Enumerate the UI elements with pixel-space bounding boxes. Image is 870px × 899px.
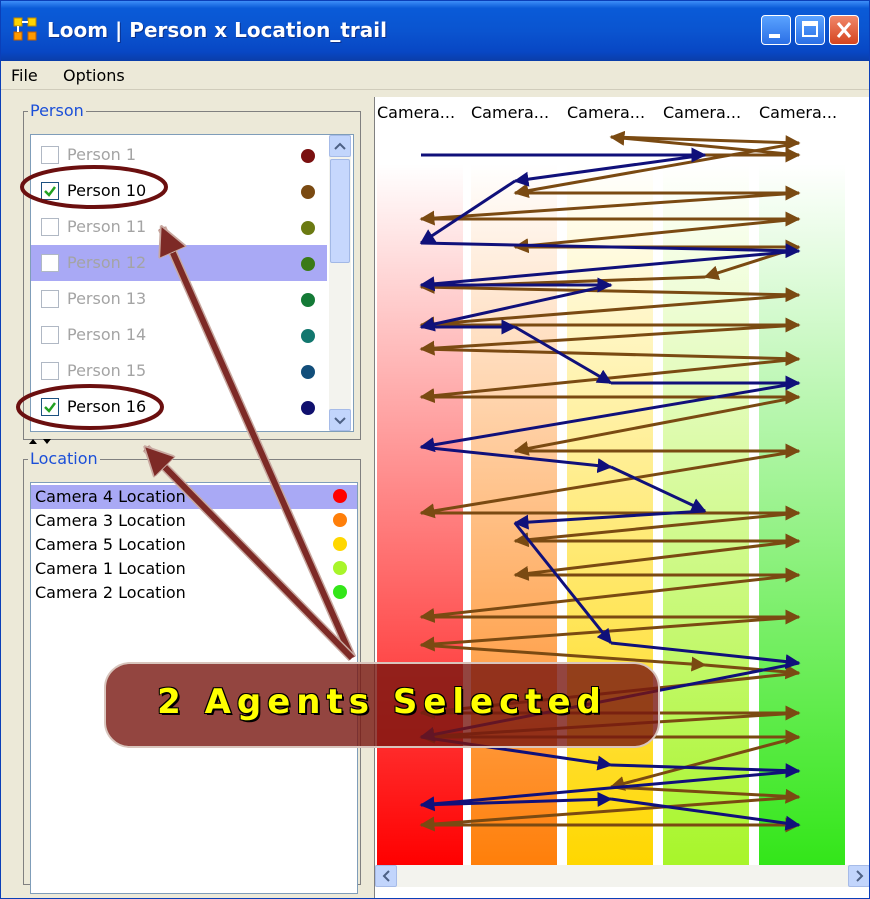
location-color-dot bbox=[333, 489, 347, 503]
person-checkbox[interactable] bbox=[41, 254, 59, 272]
close-icon bbox=[836, 22, 852, 38]
person-label: Person 10 bbox=[67, 181, 147, 200]
person-label: Person 16 bbox=[67, 397, 147, 416]
person-label: Person 1 bbox=[67, 145, 137, 164]
person-label: Person 15 bbox=[67, 361, 147, 380]
location-color-dot bbox=[333, 537, 347, 551]
location-label: Camera 2 Location bbox=[35, 583, 186, 602]
location-color-dot bbox=[333, 585, 347, 599]
menu-bar: File Options bbox=[1, 61, 869, 90]
person-label: Person 13 bbox=[67, 289, 147, 308]
scroll-thumb[interactable] bbox=[330, 159, 350, 263]
person-color-dot bbox=[301, 257, 315, 271]
chevron-down-icon bbox=[334, 417, 346, 425]
trail-canvas[interactable] bbox=[375, 97, 870, 865]
person-row[interactable]: Person 10 bbox=[31, 173, 327, 209]
location-color-dot bbox=[333, 513, 347, 527]
menu-file[interactable]: File bbox=[11, 66, 38, 85]
scroll-down-button[interactable] bbox=[329, 409, 351, 431]
person-row[interactable]: Person 1 bbox=[31, 137, 327, 173]
chevron-up-icon bbox=[334, 142, 346, 150]
person-label: Person 11 bbox=[67, 217, 147, 236]
person-color-dot bbox=[301, 365, 315, 379]
person-group-legend: Person bbox=[28, 101, 86, 120]
scroll-right-button[interactable] bbox=[848, 865, 869, 887]
title-bar: Loom | Person x Location_trail bbox=[1, 1, 869, 61]
location-row[interactable]: Camera 1 Location bbox=[31, 557, 357, 581]
location-color-dot bbox=[333, 561, 347, 575]
person-checkbox[interactable] bbox=[41, 326, 59, 344]
checkmark-icon bbox=[44, 186, 56, 197]
location-label: Camera 4 Location bbox=[35, 487, 186, 506]
person-color-dot bbox=[301, 185, 315, 199]
close-button[interactable] bbox=[829, 15, 859, 45]
menu-options[interactable]: Options bbox=[63, 66, 125, 85]
person-row[interactable]: Person 14 bbox=[31, 317, 327, 353]
person-color-dot bbox=[301, 149, 315, 163]
minimize-button[interactable] bbox=[761, 15, 791, 45]
location-label: Camera 3 Location bbox=[35, 511, 186, 530]
chevron-left-icon bbox=[382, 870, 390, 882]
loom-app-icon bbox=[13, 17, 37, 41]
person-row[interactable]: Person 11 bbox=[31, 209, 327, 245]
person-list: Person 1 Person 10 Person 11 Person 12 Perso… bbox=[30, 134, 354, 432]
trail-view: Camera... Camera... Camera... Camera... Came… bbox=[374, 97, 870, 898]
agents-selected-callout: 2 Agents Selected bbox=[104, 662, 660, 748]
person-label: Person 12 bbox=[67, 253, 147, 272]
callout-text: 2 Agents Selected bbox=[157, 682, 607, 722]
location-group-legend: Location bbox=[28, 449, 100, 468]
person-row[interactable]: Person 13 bbox=[31, 281, 327, 317]
location-row[interactable]: Camera 3 Location bbox=[31, 509, 357, 533]
location-row[interactable]: Camera 2 Location bbox=[31, 581, 357, 605]
person-list-scrollbar[interactable] bbox=[329, 135, 351, 431]
person-checkbox[interactable] bbox=[41, 182, 59, 200]
person-color-dot bbox=[301, 221, 315, 235]
splitter-arrows-icon[interactable] bbox=[27, 437, 57, 445]
loom-window: Loom | Person x Location_trail File Opti… bbox=[0, 0, 870, 899]
person-checkbox[interactable] bbox=[41, 218, 59, 236]
maximize-icon bbox=[802, 21, 818, 37]
person-color-dot bbox=[301, 329, 315, 343]
person-checkbox[interactable] bbox=[41, 290, 59, 308]
scroll-up-button[interactable] bbox=[329, 135, 351, 157]
scroll-left-button[interactable] bbox=[375, 865, 397, 887]
trail-horizontal-scrollbar[interactable] bbox=[375, 865, 869, 887]
person-row[interactable]: Person 16 bbox=[31, 389, 327, 425]
window-title: Loom | Person x Location_trail bbox=[47, 18, 387, 42]
location-row[interactable]: Camera 4 Location bbox=[31, 485, 357, 509]
maximize-button[interactable] bbox=[795, 15, 825, 45]
checkmark-icon bbox=[44, 402, 56, 413]
person-checkbox[interactable] bbox=[41, 146, 59, 164]
person-row[interactable]: Person 12 bbox=[31, 245, 327, 281]
person-label: Person 14 bbox=[67, 325, 147, 344]
location-band bbox=[377, 127, 463, 865]
location-band bbox=[759, 127, 845, 865]
location-label: Camera 5 Location bbox=[35, 535, 186, 554]
chevron-right-icon bbox=[856, 870, 864, 882]
person-color-dot bbox=[301, 401, 315, 415]
person-row[interactable]: Person 15 bbox=[31, 353, 327, 389]
location-row[interactable]: Camera 5 Location bbox=[31, 533, 357, 557]
person-color-dot bbox=[301, 293, 315, 307]
person-group: Person Person 1 Person 10 Person 11 Person … bbox=[23, 101, 361, 440]
person-checkbox[interactable] bbox=[41, 398, 59, 416]
location-label: Camera 1 Location bbox=[35, 559, 186, 578]
person-checkbox[interactable] bbox=[41, 362, 59, 380]
minimize-icon bbox=[769, 34, 780, 38]
